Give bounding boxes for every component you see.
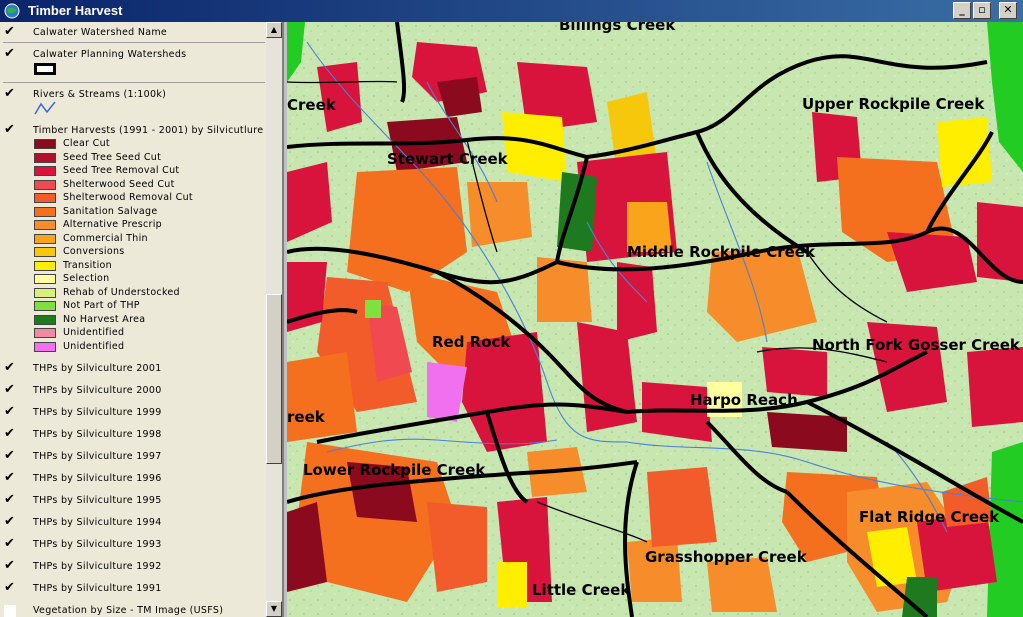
legend-label: Rehab of Understocked: [63, 286, 180, 298]
title-bar: Timber Harvest _ ▫ ✕: [0, 0, 1023, 22]
map-label: North Fork Gosser Creek: [812, 336, 1021, 354]
map-label: Grasshopper Creek: [645, 548, 808, 566]
scroll-up-arrow-icon[interactable]: ▲: [266, 22, 282, 38]
legend-label: No Harvest Area: [63, 313, 146, 325]
legend-swatch: [34, 274, 56, 284]
map-label: Little Creek: [532, 581, 631, 599]
layer-checkbox[interactable]: ✔: [4, 515, 18, 529]
maximize-button[interactable]: ▫: [973, 2, 991, 19]
layer-label-thp: THPs by Silviculture 1995: [33, 495, 162, 506]
legend-swatch: [34, 233, 56, 244]
legend-swatch: [34, 179, 56, 190]
layer-checkbox[interactable]: ✔: [4, 87, 18, 101]
legend-swatch: [34, 193, 56, 203]
layer-label-rivers-streams: Rivers & Streams (1:100k): [33, 89, 167, 100]
map-label: Harpo Reach: [690, 391, 798, 409]
globe-app-icon: [4, 3, 20, 19]
layer-label-thp: THPs by Silviculture 1992: [33, 561, 162, 572]
legend-label: Conversions: [63, 246, 125, 257]
layer-label-thp: THPs by Silviculture 1999: [33, 407, 162, 418]
map-label: Upper Rockpile Creek: [802, 95, 985, 113]
legend-swatch: [34, 301, 56, 311]
divider: [3, 82, 265, 83]
layer-checkbox[interactable]: ✔: [4, 581, 18, 595]
layer-checkbox[interactable]: ✔: [4, 383, 18, 397]
layer-checkbox[interactable]: ✔: [4, 123, 18, 137]
layer-label-thp: THPs by Silviculture 1993: [33, 539, 162, 550]
legend-label: Seed Tree Removal Cut: [63, 165, 180, 176]
legend-label: Sanitation Salvage: [63, 205, 158, 217]
map-label: Billings Creek: [559, 22, 676, 34]
legend-label: Seed Tree Seed Cut: [63, 151, 162, 163]
minimize-button[interactable]: _: [953, 2, 971, 19]
layer-panel: ✔ Calwater Watershed Name ✔ Calwater Pla…: [0, 22, 284, 617]
layer-label-thp: THPs by Silviculture 1996: [33, 473, 162, 484]
legend-label: Shelterwood Removal Cut: [63, 192, 193, 203]
stream-line-symbol: [34, 101, 56, 115]
watershed-boundary-symbol: [34, 63, 56, 75]
legend-swatch: [34, 206, 56, 217]
map-label: reek: [287, 408, 326, 426]
legend-label: Unidentified: [63, 340, 125, 352]
layer-checkbox[interactable]: ✔: [4, 559, 18, 573]
layer-checkbox[interactable]: ✔: [4, 449, 18, 463]
window-title: Timber Harvest: [28, 3, 123, 18]
layer-label-thp: Vegetation by Size - TM Image (USFS): [33, 605, 224, 616]
legend-swatch: [34, 166, 56, 176]
layer-checkbox[interactable]: ✔: [4, 25, 18, 39]
legend-swatch: [34, 152, 56, 163]
layer-label-thp: THPs by Silviculture 1991: [33, 583, 162, 594]
layer-checkbox[interactable]: ✔: [4, 427, 18, 441]
layer-label-thp: THPs by Silviculture 2000: [33, 385, 162, 396]
legend-swatch: [34, 139, 56, 149]
layer-label-thp: THPs by Silviculture 2001: [33, 363, 162, 374]
legend-swatch: [34, 220, 56, 230]
legend-label: Commercial Thin: [63, 232, 148, 244]
layer-checkbox[interactable]: ✔: [4, 471, 18, 485]
legend-label: Selection: [63, 273, 110, 284]
map-view[interactable]: Billings Creek Creek Upper Rockpile Cree…: [287, 22, 1023, 617]
legend-swatch: [34, 260, 56, 271]
layer-panel-scrollbar[interactable]: ▲ ▼: [266, 22, 282, 617]
legend-swatch: [34, 328, 56, 338]
scroll-down-arrow-icon[interactable]: ▼: [266, 601, 282, 617]
layer-label-thp: THPs by Silviculture 1997: [33, 451, 162, 462]
map-label: Lower Rockpile Creek: [303, 461, 486, 479]
layer-label-thp: THPs by Silviculture 1994: [33, 517, 162, 528]
legend-swatch: [34, 247, 56, 257]
map-label: Stewart Creek: [387, 150, 509, 168]
legend-label: Alternative Prescrip: [63, 219, 162, 230]
layer-list: ✔ Calwater Watershed Name ✔ Calwater Pla…: [0, 22, 266, 617]
map-label: Middle Rockpile Creek: [627, 243, 816, 261]
layer-checkbox[interactable]: [4, 605, 16, 617]
map-label: Flat Ridge Creek: [859, 508, 1000, 526]
layer-label-timber-harvests: Timber Harvests (1991 - 2001) by Silvicu…: [33, 125, 264, 136]
legend-label: Shelterwood Seed Cut: [63, 178, 175, 190]
legend-label: Not Part of THP: [63, 300, 140, 311]
legend-swatch: [34, 341, 56, 352]
legend-label: Transition: [63, 259, 112, 271]
legend-label: Unidentified: [63, 327, 125, 338]
layer-label-planning-watersheds: Calwater Planning Watersheds: [33, 49, 187, 60]
layer-label-thp: THPs by Silviculture 1998: [33, 429, 162, 440]
layer-label-watershed-name: Calwater Watershed Name: [33, 27, 168, 38]
map-label: Red Rock: [432, 333, 511, 351]
legend-swatch: [34, 287, 56, 298]
legend-swatch: [34, 314, 56, 325]
outside-area: [987, 442, 1023, 617]
scrollbar-thumb[interactable]: [266, 294, 282, 464]
map-label: Creek: [287, 96, 337, 114]
layer-checkbox[interactable]: ✔: [4, 537, 18, 551]
layer-checkbox[interactable]: ✔: [4, 493, 18, 507]
layer-checkbox[interactable]: ✔: [4, 47, 18, 61]
map-canvas[interactable]: Billings Creek Creek Upper Rockpile Cree…: [287, 22, 1023, 617]
legend-label: Clear Cut: [63, 138, 110, 149]
layer-checkbox[interactable]: ✔: [4, 361, 18, 375]
divider: [3, 42, 265, 43]
layer-checkbox[interactable]: ✔: [4, 405, 18, 419]
close-button[interactable]: ✕: [999, 2, 1017, 19]
